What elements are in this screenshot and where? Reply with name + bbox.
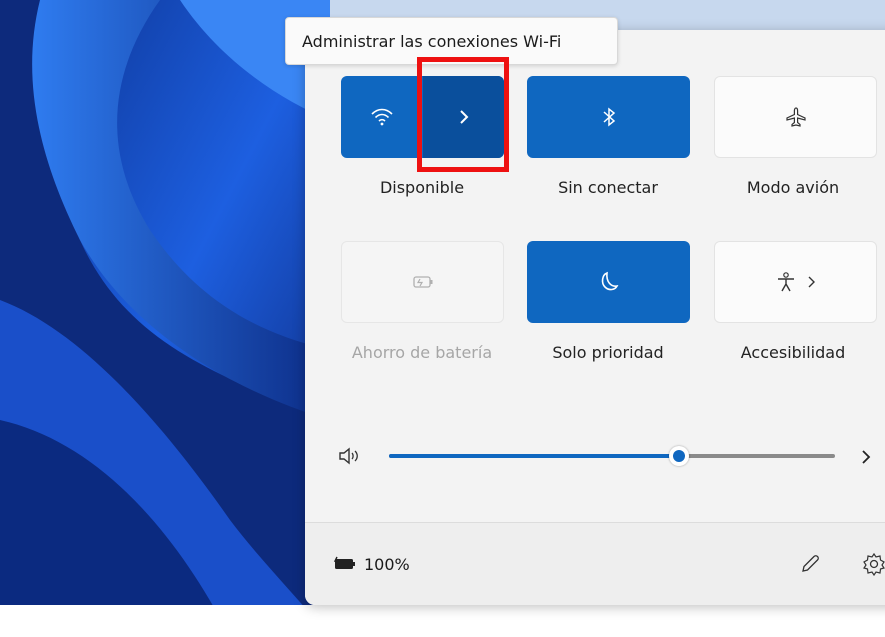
focus-assist-tile[interactable]	[527, 241, 690, 323]
volume-slider-thumb[interactable]	[668, 446, 689, 466]
chevron-right-icon	[808, 276, 815, 288]
audio-output-chevron-icon[interactable]	[860, 448, 872, 466]
accessibility-icon	[777, 272, 794, 292]
wifi-tile-label: Disponible	[379, 178, 465, 197]
wifi-toggle-button[interactable]	[341, 76, 423, 158]
airplane-mode-tile-label: Modo avión	[746, 178, 840, 197]
volume-slider[interactable]	[389, 446, 835, 466]
battery-charging-icon	[333, 556, 355, 569]
wifi-icon	[371, 108, 393, 126]
airplane-icon	[785, 107, 806, 127]
bluetooth-tile[interactable]	[527, 76, 690, 158]
airplane-mode-tile[interactable]	[714, 76, 877, 158]
bluetooth-tile-label: Sin conectar	[558, 178, 658, 197]
accessibility-tile-label: Accesibilidad	[740, 343, 846, 362]
moon-icon	[601, 271, 618, 291]
speaker-icon[interactable]	[338, 446, 364, 466]
settings-gear-icon[interactable]	[862, 552, 885, 576]
edit-pencil-icon[interactable]	[799, 553, 821, 575]
bluetooth-icon	[602, 107, 615, 127]
tooltip-text: Administrar las conexiones Wi-Fi	[302, 31, 562, 51]
accessibility-tile[interactable]	[714, 241, 877, 323]
red-highlight-box	[417, 57, 509, 172]
battery-saver-tile[interactable]	[341, 241, 504, 323]
battery-percentage[interactable]: 100%	[364, 555, 410, 574]
battery-saver-tile-label: Ahorro de batería	[351, 343, 493, 362]
focus-assist-tile-label: Solo prioridad	[552, 343, 664, 362]
volume-slider-fill	[389, 454, 679, 458]
battery-saver-icon	[412, 276, 432, 288]
